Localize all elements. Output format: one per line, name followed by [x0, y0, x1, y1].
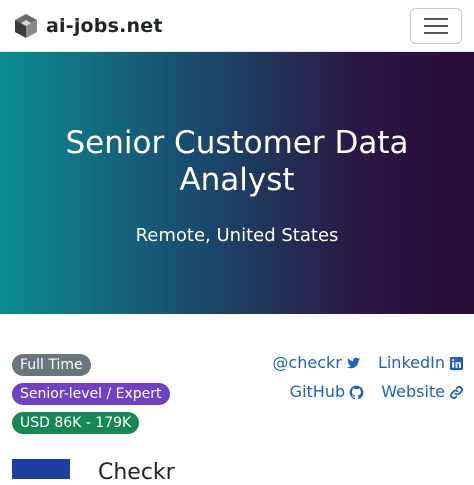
website-link[interactable]: Website	[381, 381, 464, 403]
company-logo	[12, 459, 70, 479]
job-title: Senior Customer Data Analyst	[65, 125, 409, 198]
seniority-badge: Senior-level / Expert	[12, 383, 170, 405]
company-name: Checkr	[98, 460, 175, 485]
company-links: @checkr LinkedIn GitHub Website	[260, 352, 464, 410]
cube-logo-icon	[15, 14, 37, 38]
job-location: Remote, United States	[135, 225, 339, 246]
brand-link[interactable]: ai-jobs.net	[12, 12, 163, 40]
job-hero: Senior Customer Data Analyst Remote, Uni…	[0, 52, 474, 314]
job-details: Full Time Senior-level / Expert USD 86K …	[0, 314, 474, 485]
hamburger-icon	[424, 18, 448, 34]
linkedin-link-label: LinkedIn	[377, 353, 445, 372]
github-link-label: GitHub	[289, 382, 346, 401]
job-badges: Full Time Senior-level / Expert USD 86K …	[12, 354, 170, 441]
navbar: ai-jobs.net	[0, 0, 474, 52]
github-link[interactable]: GitHub	[290, 381, 364, 403]
linkedin-icon	[449, 356, 464, 370]
twitter-link[interactable]: @checkr	[272, 352, 360, 374]
website-link-label: Website	[381, 382, 445, 401]
github-icon	[349, 385, 364, 399]
brand-name: ai-jobs.net	[46, 15, 163, 37]
salary-badge: USD 86K - 179K	[12, 412, 140, 434]
twitter-link-label: @checkr	[272, 353, 342, 372]
menu-toggle-button[interactable]	[410, 8, 462, 44]
employment-type-badge: Full Time	[12, 354, 91, 376]
linkedin-link[interactable]: LinkedIn	[378, 352, 464, 374]
twitter-icon	[346, 357, 360, 368]
link-icon	[450, 385, 463, 399]
